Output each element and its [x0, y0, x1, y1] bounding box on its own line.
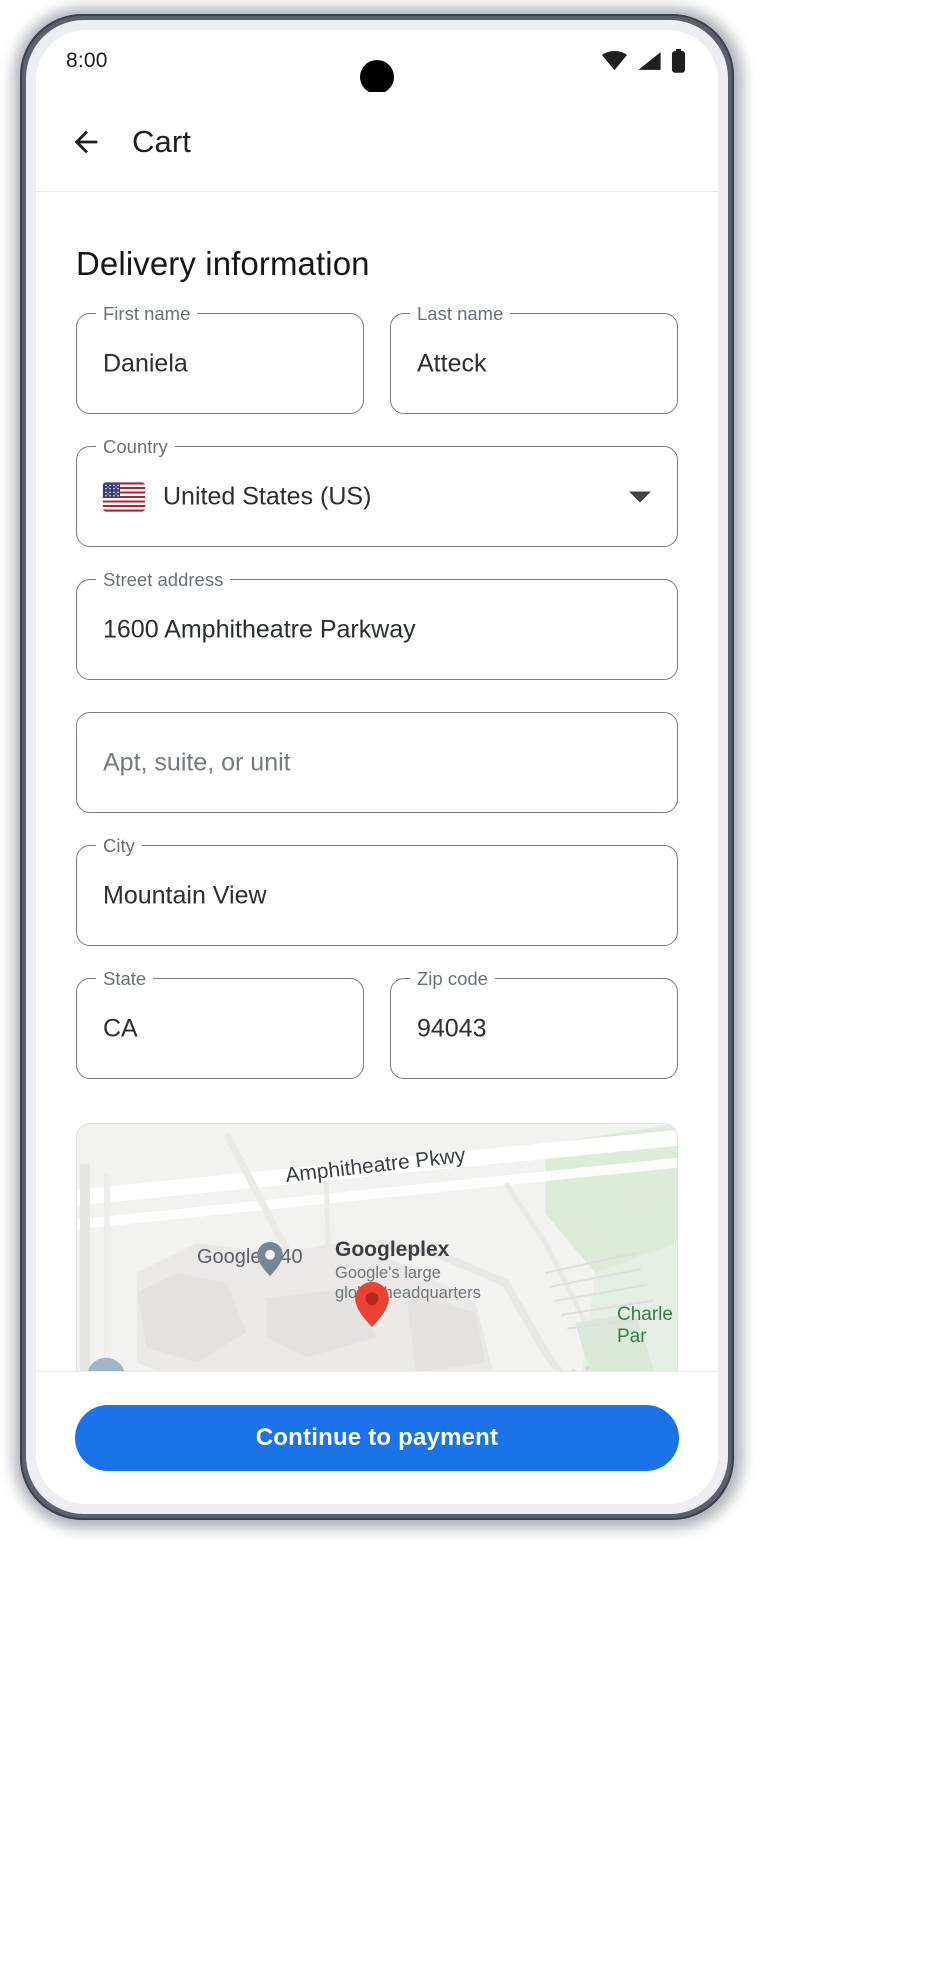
street-address-field[interactable]: Street address 1600 Amphitheatre Parkway: [76, 569, 678, 680]
zip-code-label: Zip code: [410, 968, 495, 990]
first-name-value: Daniela: [103, 349, 188, 377]
signal-icon: [637, 51, 662, 71]
delivery-form: First name Daniela Last name Atteck Coun…: [36, 283, 718, 1079]
continue-to-payment-button[interactable]: Continue to payment: [75, 1405, 679, 1471]
state-value: CA: [103, 1014, 138, 1042]
city-label: City: [96, 835, 142, 857]
phone-screen: 8:00 Cart Delivery information First nam…: [36, 30, 718, 1504]
camera-punch-hole: [360, 60, 394, 94]
city-field[interactable]: City Mountain View: [76, 835, 678, 946]
battery-icon: [671, 49, 686, 73]
place-pin-icon: [257, 1242, 283, 1281]
street-address-value: 1600 Amphitheatre Parkway: [103, 615, 416, 643]
name-row: First name Daniela Last name Atteck: [76, 303, 678, 414]
country-select[interactable]: Country United States (US): [76, 436, 678, 547]
us-flag-icon: [103, 482, 145, 511]
arrow-back-icon[interactable]: [68, 124, 104, 160]
last-name-field[interactable]: Last name Atteck: [390, 303, 678, 414]
page-title: Cart: [132, 123, 191, 159]
apt-field[interactable]: Apt, suite, or unit: [76, 712, 678, 813]
location-pin-icon: [355, 1282, 389, 1332]
map-secondary-pin-icon: [85, 1356, 127, 1371]
address-map[interactable]: Amphitheatre Pkwy Google B40 Googleplex …: [76, 1123, 678, 1371]
country-label: Country: [96, 436, 175, 458]
status-time: 8:00: [66, 49, 108, 72]
app-bar: Cart: [36, 92, 718, 192]
apt-placeholder: Apt, suite, or unit: [103, 748, 291, 776]
street-address-label: Street address: [96, 569, 231, 591]
first-name-field[interactable]: First name Daniela: [76, 303, 364, 414]
zip-code-value: 94043: [417, 1014, 487, 1042]
chevron-down-icon[interactable]: [629, 491, 651, 502]
state-label: State: [96, 968, 154, 990]
city-value: Mountain View: [103, 881, 267, 909]
scroll-content[interactable]: Delivery information First name Daniela …: [36, 193, 718, 1371]
wifi-icon: [601, 51, 628, 71]
state-zip-row: State CA Zip code 94043: [76, 946, 678, 1079]
map-graphic: [77, 1124, 677, 1371]
status-icons: [601, 49, 686, 73]
last-name-value: Atteck: [417, 349, 487, 377]
section-heading: Delivery information: [76, 245, 370, 282]
country-value: United States (US): [163, 482, 372, 510]
zip-code-field[interactable]: Zip code 94043: [390, 968, 678, 1079]
first-name-label: First name: [96, 303, 198, 325]
bottom-action-bar: Continue to payment: [36, 1371, 718, 1504]
state-field[interactable]: State CA: [76, 968, 364, 1079]
screenshot-root: 8:00 Cart Delivery information First nam…: [0, 0, 952, 1974]
last-name-label: Last name: [410, 303, 511, 325]
